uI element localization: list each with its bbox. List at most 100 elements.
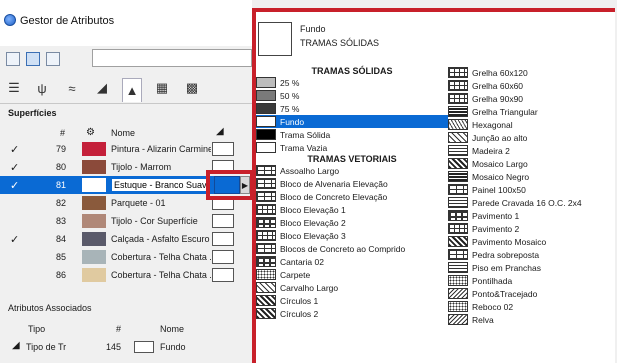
solid-fill-item[interactable]: Fundo <box>256 115 448 128</box>
solid-fill-item[interactable]: 50 % <box>256 89 448 102</box>
assoc-type: Tipo de Tr <box>26 342 67 352</box>
vector-fill-item[interactable]: Pontilhada <box>448 274 617 287</box>
assoc-name: Fundo <box>160 342 186 352</box>
vector-fill-item[interactable]: Grelha 60x60 <box>448 79 617 92</box>
pattern-icon <box>256 295 276 306</box>
associated-table-header: Tipo # Nome <box>0 322 252 336</box>
view-single-button[interactable] <box>46 52 60 66</box>
vector-fill-item[interactable]: Ponto&Tracejado <box>448 287 617 300</box>
pattern-label: Grelha 90x90 <box>472 93 524 104</box>
composite-tab-icon[interactable]: ▦ <box>152 78 172 98</box>
pattern-icon <box>256 165 276 176</box>
pattern-icon <box>448 223 468 234</box>
pattern-icon <box>448 80 468 91</box>
vector-fill-item[interactable]: Mosaico Negro <box>448 170 617 183</box>
preview-category: TRAMAS SÓLIDAS <box>300 38 380 48</box>
surfaces-table-header: # ⚙ Nome ◢ <box>0 126 252 140</box>
vector-fill-item[interactable]: Relva <box>448 313 617 326</box>
solid-fill-item[interactable]: Trama Vazia <box>256 141 448 154</box>
vector-fill-item[interactable]: Grelha Triangular <box>448 105 617 118</box>
visibility-col-icon[interactable]: ⚙ <box>86 127 95 138</box>
pattern-label: Parede Cravada 16 O.C. 2x4 <box>472 197 582 208</box>
view-both-button[interactable] <box>26 52 40 66</box>
solid-fills-header: TRAMAS SÓLIDAS <box>311 66 393 76</box>
pattern-label: Mosaico Largo <box>472 158 528 169</box>
pattern-icon <box>256 269 276 280</box>
vector-fill-item[interactable]: Bloco de Alvenaria Elevação <box>256 177 448 190</box>
pattern-icon <box>448 106 468 117</box>
vector-fill-item[interactable]: Hexagonal <box>448 118 617 131</box>
solid-fill-item[interactable]: Trama Sólida <box>256 128 448 141</box>
vector-fill-item[interactable]: Assoalho Largo <box>256 164 448 177</box>
layers-tab-icon[interactable]: ☰ <box>4 78 24 98</box>
row-number: 81 <box>56 180 67 190</box>
pen-tab-icon[interactable]: ψ <box>32 78 52 98</box>
row-number: 84 <box>56 234 67 244</box>
pattern-icon <box>448 132 468 143</box>
vector-fill-item[interactable]: Pedra sobreposta <box>448 248 617 261</box>
table-row[interactable]: 85 Cobertura - Telha Chata ... <box>0 248 252 266</box>
table-row[interactable]: 86 Cobertura - Telha Chata ... <box>0 266 252 284</box>
profile-tab-icon[interactable]: ▩ <box>182 78 202 98</box>
fill-tab-icon[interactable]: ◢ <box>92 78 112 98</box>
vector-fill-item[interactable]: Grelha 90x90 <box>448 92 617 105</box>
table-row[interactable]: ✓ 84 Calçada - Asfalto Escuro <box>0 230 252 248</box>
pattern-icon <box>448 288 468 299</box>
pattern-icon <box>256 282 276 293</box>
dropdown-arrow-icon[interactable]: ▶ <box>240 176 250 194</box>
vector-fill-item[interactable]: Carvalho Largo <box>256 281 448 294</box>
table-row[interactable]: 83 Tijolo - Cor Superfície <box>0 212 252 230</box>
vector-fill-item[interactable]: Grelha 60x120 <box>448 66 617 79</box>
vector-fill-item[interactable]: Bloco Elevação 3 <box>256 229 448 242</box>
vector-fill-item[interactable]: Reboco 02 <box>448 300 617 313</box>
surface-tab-icon[interactable]: ▲ <box>122 78 142 102</box>
pattern-icon <box>448 93 468 104</box>
pattern-label: Mosaico Negro <box>472 171 530 182</box>
pattern-icon <box>256 142 276 153</box>
view-list-button[interactable] <box>6 52 20 66</box>
vector-fill-item[interactable]: Bloco Elevação 1 <box>256 203 448 216</box>
solid-fill-item[interactable]: 75 % <box>256 102 448 115</box>
pattern-label: Pavimento 1 <box>472 210 520 221</box>
row-number: 83 <box>56 216 67 226</box>
vector-fill-item[interactable]: Círculos 1 <box>256 294 448 307</box>
table-row[interactable]: ✓ 79 Pintura - Alizarin Carmine <box>0 140 252 158</box>
associated-row[interactable]: ◢ Tipo de Tr 145 Fundo <box>0 338 252 356</box>
pattern-icon <box>256 129 276 140</box>
pattern-label: Pontilhada <box>472 275 513 286</box>
pattern-icon <box>448 119 468 130</box>
pattern-col-icon[interactable]: ◢ <box>216 126 224 137</box>
vector-fill-item[interactable]: Círculos 2 <box>256 307 448 320</box>
vector-fill-item[interactable]: Pavimento 1 <box>448 209 617 222</box>
row-name: Cobertura - Telha Chata ... <box>111 270 211 280</box>
row-name: Estuque - Branco Suave <box>111 178 211 192</box>
checkmark-icon: ✓ <box>10 180 20 192</box>
vector-fill-item[interactable]: Mosaico Largo <box>448 157 617 170</box>
vector-fill-item[interactable]: Piso em Pranchas <box>448 261 617 274</box>
assoc-swatch <box>134 341 154 353</box>
pattern-picker-button[interactable] <box>214 176 240 194</box>
vector-fill-item[interactable]: Blocos de Concreto ao Comprido <box>256 242 448 255</box>
vector-fill-item[interactable]: Junção ao alto <box>448 131 617 144</box>
vector-fill-item[interactable]: Madeira 2 <box>448 144 617 157</box>
pattern-swatch <box>212 250 234 264</box>
vector-fill-item[interactable]: Pavimento 2 <box>448 222 617 235</box>
line-type-tab-icon[interactable]: ≈ <box>62 78 82 98</box>
col-name-header[interactable]: Nome <box>111 128 135 138</box>
vector-fill-item[interactable]: Carpete <box>256 268 448 281</box>
vector-fill-item[interactable]: Pavimento Mosaico <box>448 235 617 248</box>
pattern-column-2: Grelha 60x120 Grelha 60x60 Grelha 90x90 Gre… <box>448 66 617 326</box>
solid-fill-item[interactable]: 25 % <box>256 76 448 89</box>
vector-fill-item[interactable]: Bloco de Concreto Elevação <box>256 190 448 203</box>
pattern-label: Grelha 60x60 <box>472 80 524 91</box>
pattern-label: 50 % <box>280 90 300 101</box>
pattern-icon <box>256 103 276 114</box>
pattern-icon <box>448 197 468 208</box>
vector-fill-item[interactable]: Bloco Elevação 2 <box>256 216 448 229</box>
pattern-label: Hexagonal <box>472 119 513 130</box>
vector-fill-item[interactable]: Cantaria 02 <box>256 255 448 268</box>
vector-fill-item[interactable]: Parede Cravada 16 O.C. 2x4 <box>448 196 617 209</box>
vector-fill-item[interactable]: Painel 100x50 <box>448 183 617 196</box>
search-input[interactable] <box>92 49 252 67</box>
pattern-icon <box>448 262 468 273</box>
